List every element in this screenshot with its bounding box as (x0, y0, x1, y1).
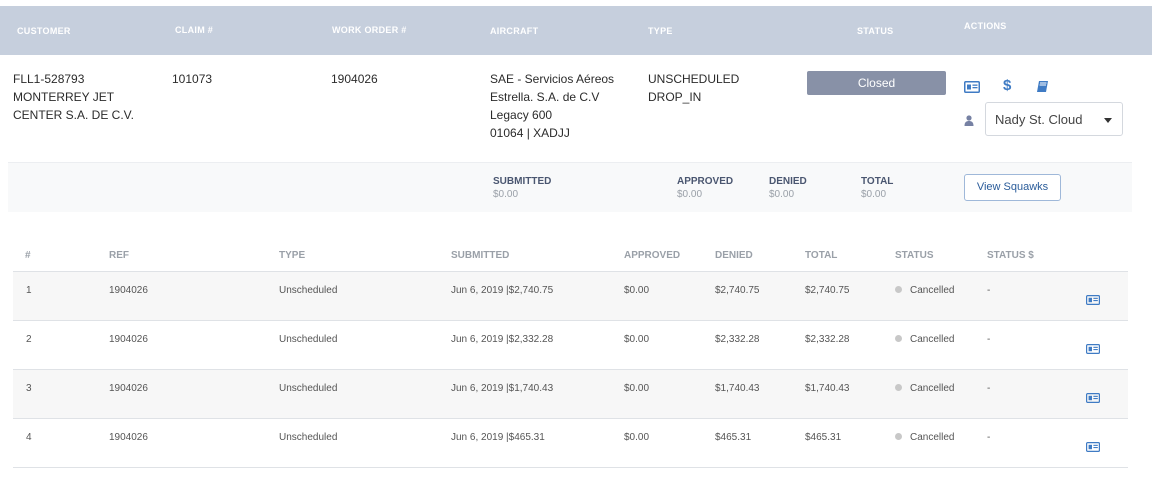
claim-type: UNSCHEDULED DROP_IN (648, 72, 740, 104)
row-status-amount: - (987, 285, 991, 296)
col-type: TYPE (279, 250, 306, 261)
row-status: Cancelled (895, 383, 954, 394)
header-claim: CLAIM # (175, 25, 214, 35)
claim-aircraft: SAE - Servicios Aéreos Estrella. S.A. de… (490, 72, 615, 140)
person-icon (964, 113, 974, 131)
row-approved: $0.00 (624, 334, 650, 345)
row-ref: 1904026 (109, 285, 148, 296)
summary-submitted-label: SUBMITTED (493, 176, 552, 187)
summary-approved-value: $0.00 (677, 189, 703, 200)
claim-customer: FLL1-528793 MONTERREY JET CENTER S.A. DE… (13, 72, 134, 122)
col-approved: APPROVED (624, 250, 681, 261)
row-number: 3 (26, 383, 32, 394)
col-status-amount: STATUS $ (987, 250, 1034, 261)
row-total: $2,332.28 (805, 334, 850, 345)
row-approved: $0.00 (624, 432, 650, 443)
row-status-text: Cancelled (910, 334, 955, 345)
summary-denied-label: DENIED (769, 176, 807, 187)
header-aircraft: AIRCRAFT (490, 26, 539, 36)
col-status: STATUS (895, 250, 934, 261)
assignee-value: Nady St. Cloud (995, 112, 1083, 127)
summary-denied-value: $0.00 (769, 189, 795, 200)
col-denied: DENIED (715, 250, 753, 261)
view-squawks-button[interactable]: View Squawks (964, 174, 1061, 201)
row-status-text: Cancelled (910, 285, 955, 296)
table-bottom-border (13, 467, 1128, 468)
claim-number: 101073 (172, 72, 213, 86)
claim-work-order: 1904026 (331, 72, 378, 86)
row-type: Unscheduled (279, 383, 338, 394)
dollar-icon[interactable]: $ (1003, 77, 1011, 94)
id-card-icon[interactable] (1086, 390, 1101, 408)
status-dot (895, 286, 902, 293)
row-submitted: Jun 6, 2019 |$2,332.28 (451, 334, 554, 345)
row-submitted: Jun 6, 2019 |$2,740.75 (451, 285, 554, 296)
row-number: 1 (26, 285, 32, 296)
row-submitted: Jun 6, 2019 |$465.31 (451, 432, 545, 443)
col-submitted: SUBMITTED (451, 250, 510, 261)
summary-approved-label: APPROVED (677, 176, 734, 187)
row-status-amount: - (987, 432, 991, 443)
row-status: Cancelled (895, 285, 954, 296)
table-row[interactable]: 2 1904026 Unscheduled Jun 6, 2019 |$2,33… (13, 320, 1128, 369)
row-denied: $2,332.28 (715, 334, 760, 345)
row-total: $2,740.75 (805, 285, 850, 296)
row-approved: $0.00 (624, 285, 650, 296)
table-row[interactable]: 4 1904026 Unscheduled Jun 6, 2019 |$465.… (13, 418, 1128, 467)
col-number: # (25, 250, 31, 261)
header-customer: CUSTOMER (17, 26, 71, 36)
status-dot (895, 384, 902, 391)
row-status: Cancelled (895, 334, 954, 345)
row-status-amount: - (987, 383, 991, 394)
row-ref: 1904026 (109, 432, 148, 443)
book-icon[interactable] (1036, 80, 1049, 98)
row-denied: $1,740.43 (715, 383, 760, 394)
row-number: 2 (26, 334, 32, 345)
table-row[interactable]: 3 1904026 Unscheduled Jun 6, 2019 |$1,74… (13, 369, 1128, 418)
status-dot (895, 433, 902, 440)
col-ref: REF (109, 250, 129, 261)
id-card-icon[interactable] (964, 80, 980, 98)
row-ref: 1904026 (109, 334, 148, 345)
header-type: TYPE (648, 26, 673, 36)
row-type: Unscheduled (279, 432, 338, 443)
row-number: 4 (26, 432, 32, 443)
row-type: Unscheduled (279, 334, 338, 345)
row-submitted: Jun 6, 2019 |$1,740.43 (451, 383, 554, 394)
header-actions: ACTIONS (964, 21, 1007, 31)
assignee-select[interactable]: Nady St. Cloud (985, 102, 1123, 136)
row-type: Unscheduled (279, 285, 338, 296)
header-work-order: WORK ORDER # (332, 25, 407, 35)
id-card-icon[interactable] (1086, 292, 1101, 310)
table-row[interactable]: 1 1904026 Unscheduled Jun 6, 2019 |$2,74… (13, 271, 1128, 320)
row-total: $1,740.43 (805, 383, 850, 394)
row-approved: $0.00 (624, 383, 650, 394)
id-card-icon[interactable] (1086, 439, 1101, 457)
header-status: STATUS (857, 26, 894, 36)
row-ref: 1904026 (109, 383, 148, 394)
row-total: $465.31 (805, 432, 842, 443)
summary-total-value: $0.00 (861, 189, 887, 200)
id-card-icon[interactable] (1086, 341, 1101, 359)
status-dot (895, 335, 902, 342)
row-status: Cancelled (895, 432, 954, 443)
claim-header: CUSTOMER CLAIM # WORK ORDER # AIRCRAFT T… (0, 6, 1152, 55)
row-status-text: Cancelled (910, 432, 955, 443)
row-status-text: Cancelled (910, 383, 955, 394)
summary-total-label: TOTAL (861, 176, 894, 187)
row-denied: $465.31 (715, 432, 752, 443)
col-total: TOTAL (805, 250, 838, 261)
chevron-down-icon (1104, 118, 1112, 123)
row-denied: $2,740.75 (715, 285, 760, 296)
summary-submitted-value: $0.00 (493, 189, 519, 200)
row-status-amount: - (987, 334, 991, 345)
status-badge: Closed (807, 71, 946, 95)
